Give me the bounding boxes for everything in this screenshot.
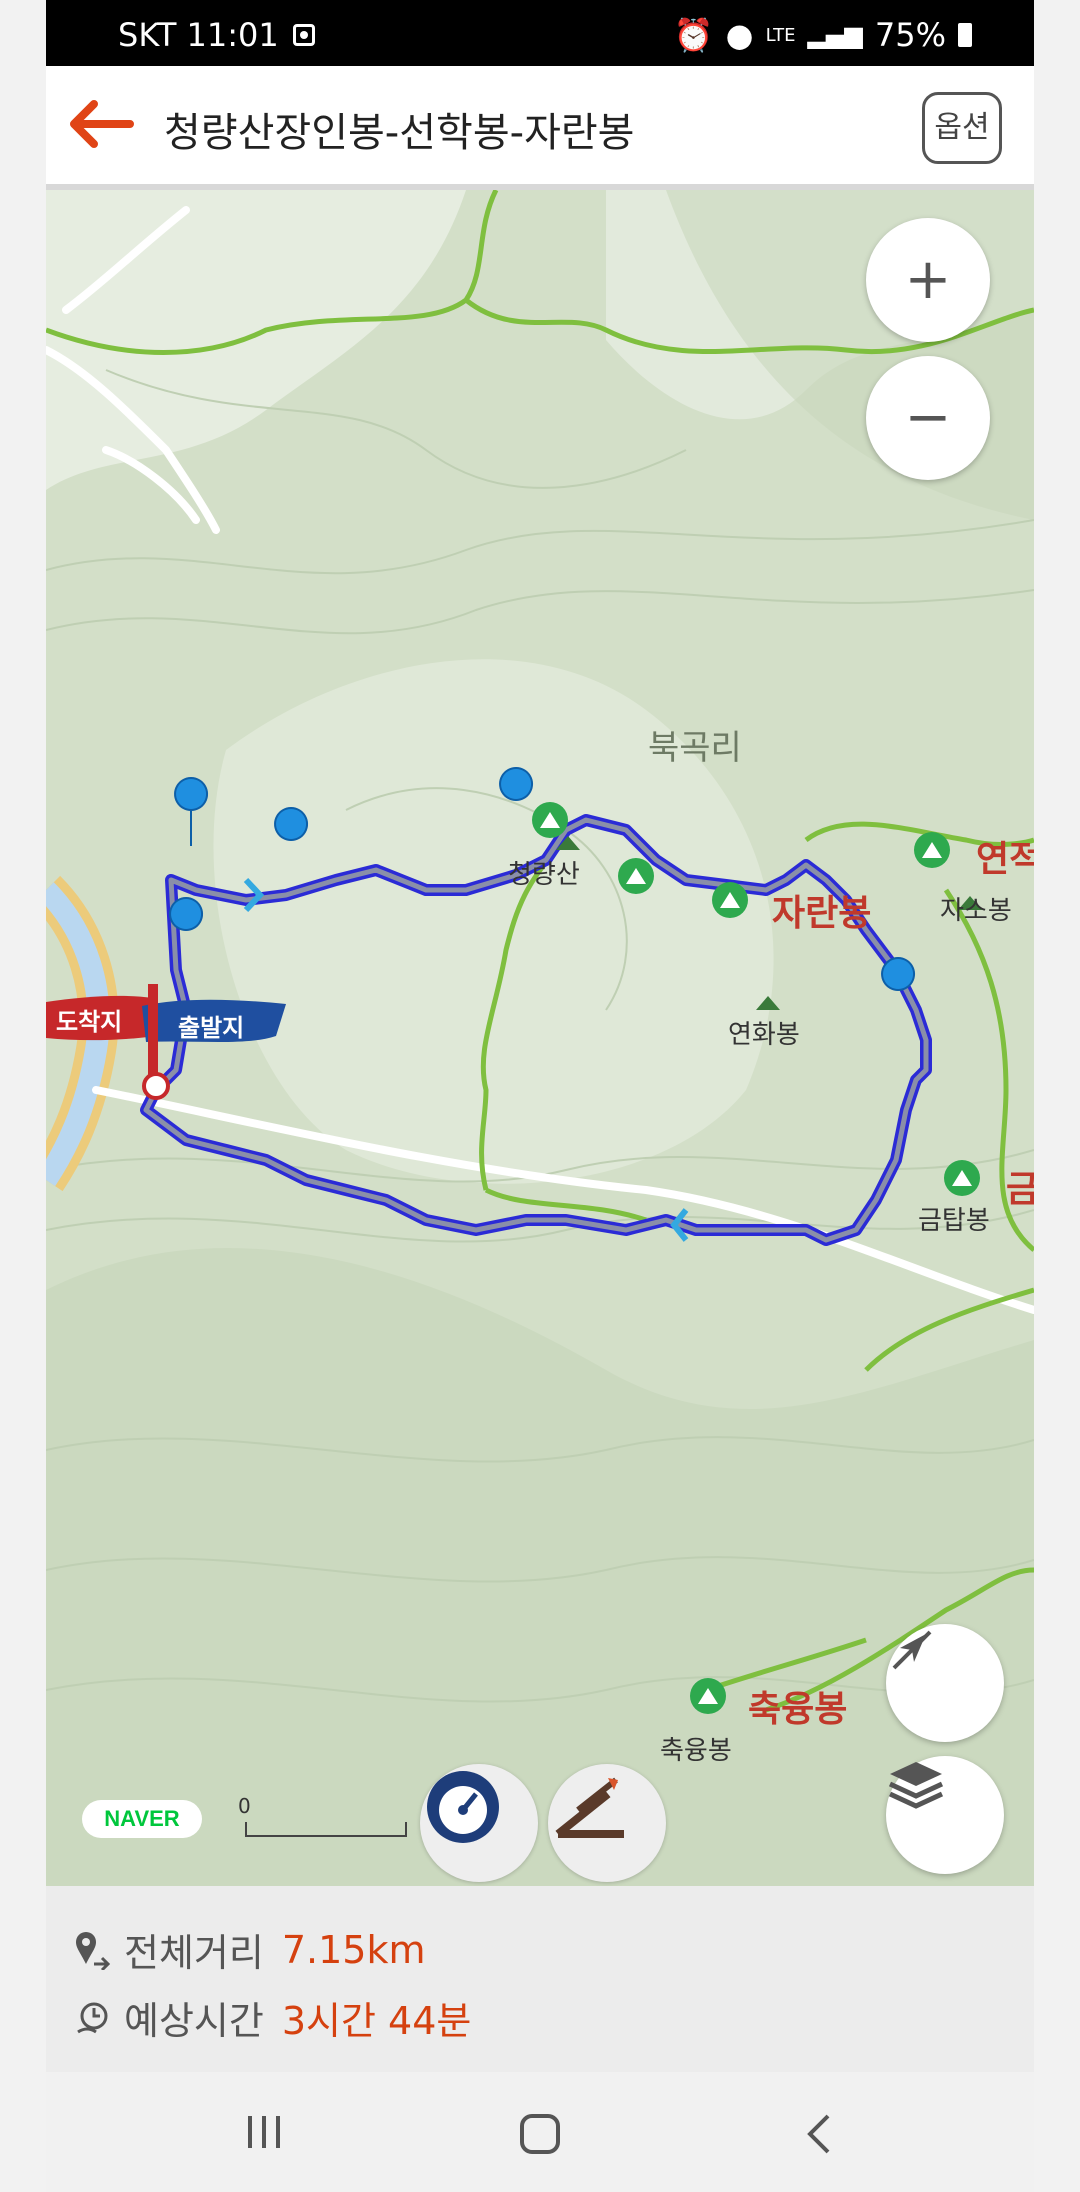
status-bar: SKT 11:01 ⏰ ● LTE ▂▄▆ 75% <box>46 0 1034 66</box>
map-view[interactable]: 북곡리 청량산 자란봉 자소봉 연화봉 금탑봉 축융봉 축융봉 연적 금 도착지… <box>46 190 1034 1886</box>
home-icon[interactable] <box>518 2112 562 2156</box>
hiker-clock-icon <box>77 2002 108 2033</box>
compass-icon <box>892 1630 932 1670</box>
village-label: 북곡리 <box>648 728 742 768</box>
peak-label-chungnyung-small: 축융봉 <box>660 1736 732 1766</box>
naver-logo: NAVER <box>82 1800 202 1838</box>
distance-value: 7.15km <box>281 1927 426 1972</box>
zoom-out-button[interactable]: − <box>866 356 990 480</box>
network-label: LTE <box>765 24 796 46</box>
plus-icon: + <box>904 247 952 312</box>
recent-apps-icon[interactable] <box>242 2112 286 2152</box>
time-row: 예상시간 3시간 44분 <box>72 1990 471 2045</box>
time-value: 3시간 44분 <box>281 1999 472 2043</box>
peak-label-yeonhwa: 연화봉 <box>728 1020 800 1050</box>
layers-icon <box>888 1762 944 1809</box>
departure-label: 출발지 <box>178 1014 245 1042</box>
page-title: 청량산장인봉-선학봉-자란봉 <box>164 110 635 156</box>
peak-label-jaso: 자소봉 <box>940 896 1012 926</box>
screenshot-icon <box>292 24 315 46</box>
waypoint-pin <box>274 807 309 841</box>
waypoint-pin <box>169 897 204 931</box>
peak-label-cheongnyang: 청량산 <box>508 860 580 890</box>
back-arrow-icon[interactable] <box>64 96 136 152</box>
time-label: 예상시간 <box>124 1999 264 2043</box>
distance-row: 전체거리 7.15km <box>72 1922 425 1977</box>
option-button[interactable]: 옵션 <box>922 92 1002 164</box>
zoom-in-button[interactable]: + <box>866 218 990 342</box>
scale-label: 0 <box>238 1794 251 1818</box>
route-distance-icon <box>76 1931 111 1970</box>
peak-label-geum: 금 <box>1006 1169 1034 1210</box>
location-icon: ● <box>725 16 754 54</box>
signal-icon: ▂▄▆ <box>807 21 863 49</box>
back-icon[interactable] <box>804 2112 834 2156</box>
peak-label-chungnyung: 축융봉 <box>748 1689 848 1730</box>
speedometer-icon <box>427 1771 499 1843</box>
minus-icon: − <box>904 385 952 450</box>
carrier-time: SKT 11:01 <box>118 16 279 54</box>
elevation-icon <box>555 1777 624 1838</box>
battery-level: 75% <box>874 16 946 54</box>
battery-icon <box>958 23 972 47</box>
layers-button[interactable] <box>886 1756 1004 1874</box>
compass-button[interactable] <box>886 1624 1004 1742</box>
peak-label-geumtap: 금탑봉 <box>918 1206 990 1236</box>
waypoint-pin <box>499 767 534 801</box>
peak-label-jaran: 자란봉 <box>772 893 872 934</box>
arrival-label: 도착지 <box>56 1008 123 1036</box>
distance-label: 전체거리 <box>124 1931 264 1975</box>
alarm-icon: ⏰ <box>673 16 714 54</box>
elevation-button[interactable] <box>548 1764 666 1882</box>
app-bar: 청량산장인봉-선학봉-자란봉 옵션 <box>46 66 1034 190</box>
peak-label-yeonjeok: 연적 <box>976 839 1034 880</box>
system-nav-bar <box>46 2072 1034 2192</box>
speedometer-button[interactable] <box>420 1764 538 1882</box>
route-summary: 전체거리 7.15km 예상시간 3시간 44분 <box>46 1886 1034 2072</box>
waypoint-pin <box>881 957 916 991</box>
